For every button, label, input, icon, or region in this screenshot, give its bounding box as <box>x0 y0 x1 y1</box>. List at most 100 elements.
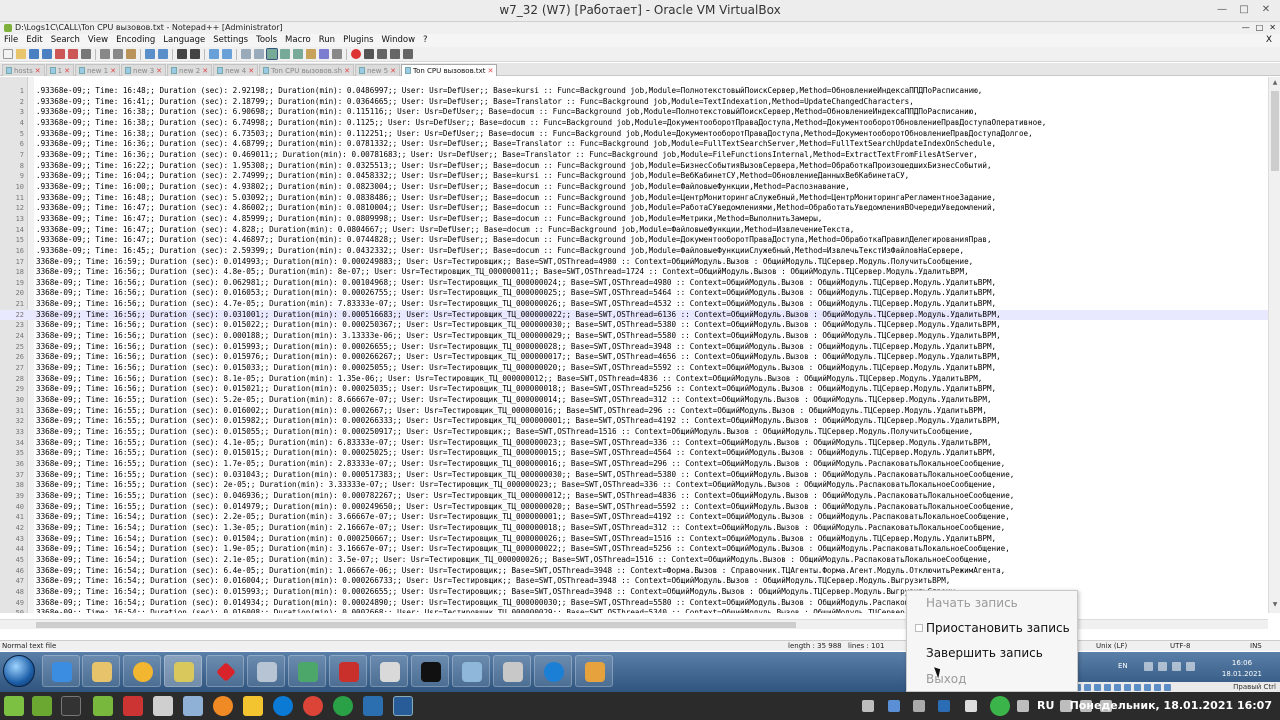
find-icon[interactable] <box>177 49 187 59</box>
tab-new-4[interactable]: new 4 ✕ <box>213 64 259 77</box>
show-all-chars-icon[interactable] <box>280 49 290 59</box>
menu-item-stop-recording[interactable]: Завершить запись <box>926 646 1043 660</box>
taskbar-app4[interactable] <box>164 655 202 687</box>
host-files-icon[interactable] <box>93 696 113 716</box>
doc-map-icon[interactable] <box>306 49 316 59</box>
host-printer-icon[interactable] <box>1017 700 1029 712</box>
tab-1[interactable]: 1 ✕ <box>45 64 74 76</box>
menu-window[interactable]: Window <box>378 34 420 47</box>
tab-ton-cpu-txt[interactable]: Ton CPU вызовов.txt ✕ <box>401 64 498 77</box>
close-file-icon[interactable] <box>55 49 65 59</box>
tab-close-icon[interactable]: ✕ <box>344 65 350 77</box>
taskbar-app9[interactable] <box>370 655 408 687</box>
menu-item-start-recording[interactable]: Начать запись <box>926 596 1018 610</box>
tray-flag-icon[interactable] <box>1144 662 1153 671</box>
taskbar-teamviewer[interactable] <box>534 655 572 687</box>
run-macro-multiple-icon[interactable] <box>390 49 400 59</box>
taskbar-ie[interactable] <box>42 655 80 687</box>
menu-file[interactable]: File <box>0 34 22 47</box>
taskbar-app12[interactable] <box>493 655 531 687</box>
tray-network-icon[interactable] <box>1158 662 1167 671</box>
tab-close-icon[interactable]: ✕ <box>390 65 396 77</box>
host-lang-indicator[interactable]: RU <box>1037 699 1054 712</box>
paste-icon[interactable] <box>126 49 136 59</box>
save-icon[interactable] <box>29 49 39 59</box>
tab-hosts[interactable]: hosts ✕ <box>2 64 45 76</box>
menu-language[interactable]: Language <box>159 34 209 47</box>
host-virtualbox-icon[interactable] <box>393 696 413 716</box>
taskbar-app11[interactable] <box>452 655 490 687</box>
taskbar-explorer[interactable] <box>82 655 120 687</box>
taskbar-app3[interactable] <box>123 655 161 687</box>
save-macro-icon[interactable] <box>403 49 413 59</box>
menu-view[interactable]: View <box>84 34 112 47</box>
tab-close-icon[interactable]: ✕ <box>488 65 494 77</box>
maximize-icon[interactable]: □ <box>1234 2 1254 18</box>
host-app3-icon[interactable] <box>333 696 353 716</box>
host-word-icon[interactable] <box>363 696 383 716</box>
cut-icon[interactable] <box>100 49 110 59</box>
tab-new-1[interactable]: new 1 ✕ <box>74 64 121 77</box>
host-mail-icon[interactable] <box>153 696 173 716</box>
editor-area[interactable]: 1 .93368e-09;; Time: 16:48;; Duration (se… <box>0 77 1280 613</box>
taskbar-app7[interactable] <box>288 655 326 687</box>
host-notes-icon[interactable] <box>123 696 143 716</box>
taskbar-app14[interactable] <box>575 655 613 687</box>
menu-item-pause-recording[interactable]: Приостановить запись <box>926 621 1070 635</box>
indent-guide-icon[interactable] <box>293 49 303 59</box>
word-wrap-icon[interactable] <box>266 48 278 60</box>
zoom-in-icon[interactable] <box>209 49 219 59</box>
scroll-down-icon[interactable]: ▼ <box>1269 601 1280 611</box>
vbox-optical-icon[interactable] <box>1084 684 1091 691</box>
vbox-network-icon[interactable] <box>1104 684 1111 691</box>
vbox-audio-icon[interactable] <box>1094 684 1101 691</box>
host-app2-icon[interactable] <box>243 696 263 716</box>
menu-search[interactable]: Search <box>47 34 84 47</box>
tray-volume-icon[interactable] <box>1172 662 1181 671</box>
host-network-icon[interactable] <box>965 700 977 712</box>
tab-ton-cpu-sh[interactable]: Ton CPU вызовов.sh ✕ <box>259 64 354 76</box>
win7-lang-indicator[interactable]: EN <box>1118 662 1128 670</box>
taskbar-app8[interactable] <box>329 655 367 687</box>
menu-macro[interactable]: Macro <box>281 34 315 47</box>
close-icon[interactable]: ✕ <box>1256 2 1276 18</box>
vbox-display-icon[interactable] <box>1134 684 1141 691</box>
menu-help[interactable]: ? <box>419 34 432 47</box>
menu-encoding[interactable]: Encoding <box>112 34 159 47</box>
horizontal-scroll-thumb[interactable] <box>36 622 796 628</box>
npp-close-icon[interactable]: ✕ <box>1269 22 1276 34</box>
host-terminal-icon[interactable] <box>61 696 81 716</box>
chrome-icon[interactable] <box>303 696 323 716</box>
new-file-icon[interactable] <box>3 49 13 59</box>
npp-maximize-icon[interactable]: □ <box>1256 22 1264 34</box>
scroll-up-icon[interactable]: ▲ <box>1269 79 1280 89</box>
vertical-scrollbar[interactable]: ▲ ▼ <box>1268 77 1280 613</box>
host-app-icon[interactable] <box>183 696 203 716</box>
menu-item-exit[interactable]: Выход <box>926 672 966 686</box>
close-all-icon[interactable] <box>68 49 78 59</box>
host-user-icon[interactable] <box>862 700 874 712</box>
vbox-shared-folders-icon[interactable] <box>1124 684 1131 691</box>
tab-close-icon[interactable]: ✕ <box>110 65 116 77</box>
tab-close-icon[interactable]: ✕ <box>248 65 254 77</box>
open-file-icon[interactable] <box>16 49 26 59</box>
stop-macro-icon[interactable] <box>364 49 374 59</box>
zoom-out-icon[interactable] <box>222 49 232 59</box>
print-icon[interactable] <box>81 49 91 59</box>
save-all-icon[interactable] <box>42 49 52 59</box>
redo-icon[interactable] <box>158 49 168 59</box>
menu-tools[interactable]: Tools <box>252 34 281 47</box>
tray-show-hidden-icon[interactable] <box>1186 662 1195 671</box>
vbox-mouse-icon[interactable] <box>1164 684 1171 691</box>
tab-close-icon[interactable]: ✕ <box>156 65 162 77</box>
host-firefox-icon[interactable] <box>213 696 233 716</box>
windows-start-icon[interactable] <box>3 655 35 687</box>
menu-plugins[interactable]: Plugins <box>339 34 377 47</box>
host-screen-icon[interactable] <box>913 700 925 712</box>
vertical-scroll-thumb[interactable] <box>1271 91 1279 171</box>
vbox-recording-icon[interactable] <box>1144 684 1151 691</box>
host-show-desktop-icon[interactable] <box>32 696 52 716</box>
vbox-usb-icon[interactable] <box>1114 684 1121 691</box>
sync-scroll-h-icon[interactable] <box>254 49 264 59</box>
undo-icon[interactable] <box>145 49 155 59</box>
